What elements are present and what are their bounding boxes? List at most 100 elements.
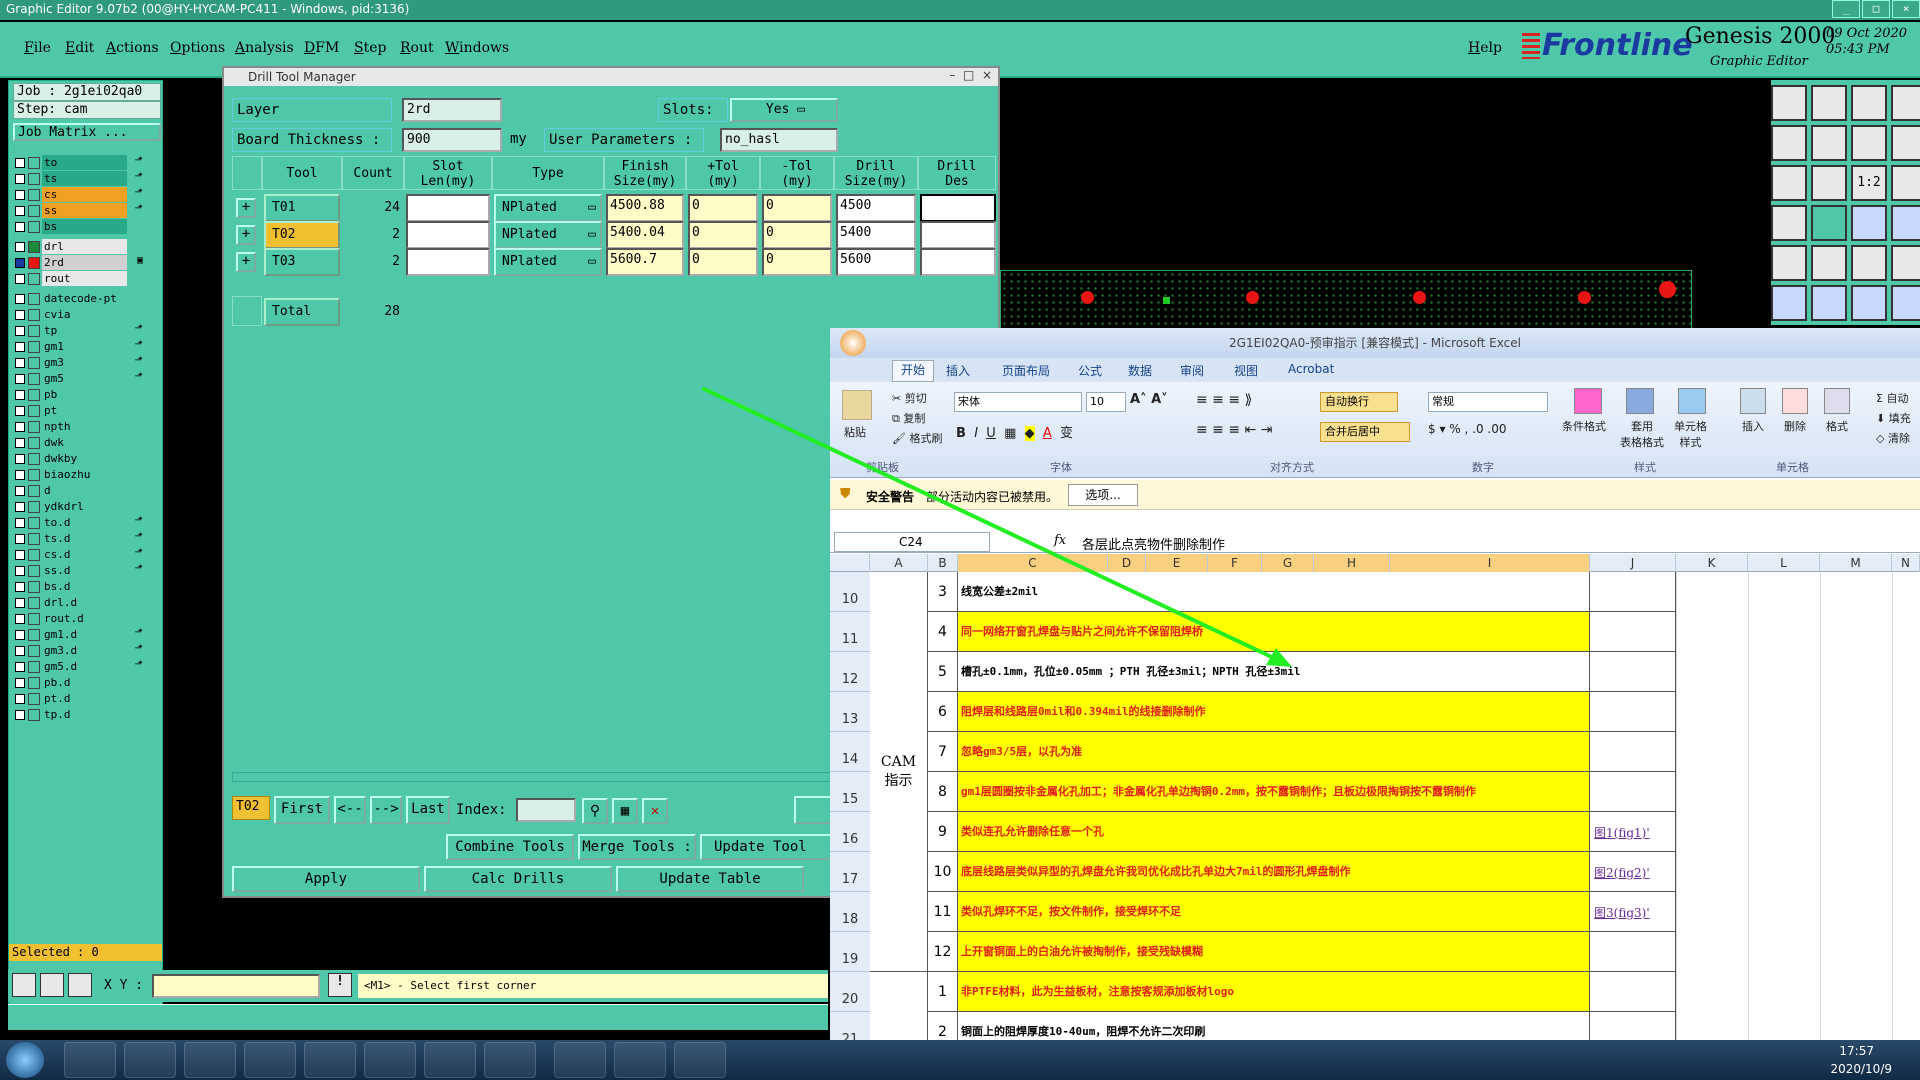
finish-size-input[interactable]: 5400.04 [606, 221, 684, 249]
layer-row[interactable]: ts.d ⬏ [15, 531, 145, 547]
home-icon[interactable] [1771, 85, 1807, 121]
menu-step[interactable]: Step [354, 40, 386, 56]
layer-checkbox[interactable] [15, 662, 25, 672]
update-table-button[interactable]: Update Table [616, 866, 804, 892]
layer-color-swatch[interactable] [28, 157, 40, 169]
figure-link[interactable]: 图2(fig2)' [1594, 864, 1650, 881]
layer-row[interactable]: pb.d [15, 675, 145, 691]
ribbon-tab[interactable]: 审阅 [1180, 362, 1204, 379]
column-header[interactable]: I [1390, 554, 1590, 572]
layer-name[interactable]: tp [42, 323, 127, 338]
close-button[interactable]: × [1892, 0, 1920, 18]
net2-icon[interactable] [1891, 205, 1920, 241]
wrap-text-button[interactable]: 自动换行 [1320, 392, 1398, 412]
layer-row[interactable]: cs ⬏ [15, 187, 145, 203]
layer-name[interactable]: npth [42, 419, 127, 434]
layer-name[interactable]: gm5 [42, 371, 127, 386]
layer-name[interactable]: gm3 [42, 355, 127, 370]
layer-checkbox[interactable] [15, 582, 25, 592]
shape-icon[interactable] [1811, 245, 1847, 281]
layer-row[interactable]: bs [15, 219, 145, 235]
layer-name[interactable]: cs [42, 187, 127, 202]
layer-checkbox[interactable] [15, 294, 25, 304]
slot-len-input[interactable] [406, 248, 490, 276]
left-icon[interactable] [1771, 125, 1807, 161]
apply-button[interactable]: Apply [232, 866, 420, 892]
figure-link[interactable]: 图1(fig1)' [1594, 824, 1650, 841]
expand-tool-icon[interactable]: + [236, 198, 256, 218]
drill-size-input[interactable]: 5400 [836, 221, 916, 249]
column-header[interactable]: N [1892, 554, 1920, 572]
column-header[interactable]: L [1748, 554, 1820, 572]
column-header[interactable]: C [958, 554, 1108, 572]
layer-color-swatch[interactable] [28, 341, 40, 353]
ribbon-tab[interactable]: 视图 [1234, 362, 1258, 379]
layer-color-swatch[interactable] [28, 485, 40, 497]
type-dropdown[interactable]: NPlated ▭ [494, 221, 602, 249]
worksheet-grid[interactable]: 10 3 线宽公差±2mil 11 4 同一网络开窗孔焊盘与贴片之间允许不保留阻焊桥 12 5… [830, 572, 1920, 1052]
layer-color-swatch[interactable] [28, 221, 40, 233]
edit-tool-icon[interactable] [40, 973, 64, 997]
layer-name[interactable]: rout.d [42, 611, 127, 626]
layer-row[interactable]: pt [15, 403, 145, 419]
layer-checkbox[interactable] [15, 486, 25, 496]
figure-cell[interactable] [1590, 572, 1676, 612]
row-header[interactable]: 20 [830, 972, 870, 1012]
taskbar-feather-icon[interactable] [554, 1042, 606, 1078]
align-left-icon[interactable]: ≡ ≡ ≡ ⇤ ⇥ [1196, 422, 1272, 438]
conditional-format-icon[interactable] [1574, 388, 1602, 414]
plus-tol-input[interactable]: 0 [688, 221, 758, 249]
type-dropdown[interactable]: NPlated ▭ [494, 248, 602, 276]
taskbar-app-green-icon[interactable] [244, 1042, 296, 1078]
column-header[interactable]: F [1208, 554, 1262, 572]
minus-tol-input[interactable]: 0 [762, 248, 832, 276]
house-icon[interactable] [1851, 85, 1887, 121]
layer-name[interactable]: pt.d [42, 691, 127, 706]
taskbar-eye-icon[interactable] [364, 1042, 416, 1078]
layer-row[interactable]: rout.d [15, 611, 145, 627]
column-header[interactable]: K [1676, 554, 1748, 572]
layer-name[interactable]: cvia [42, 307, 127, 322]
format-as-table-button[interactable]: 套用 表格格式 [1620, 418, 1664, 450]
layer-row[interactable]: ydkdrl [15, 499, 145, 515]
layer-row[interactable]: ts ⬏ [15, 171, 145, 187]
tool-cell[interactable]: T01 [264, 194, 340, 222]
layer-checkbox[interactable] [15, 598, 25, 608]
finish-size-input[interactable]: 4500.88 [606, 194, 684, 222]
measure-icon[interactable] [1891, 165, 1920, 201]
row-header[interactable]: 14 [830, 732, 870, 772]
layer-name[interactable]: gm3.d [42, 643, 127, 658]
instruction-cell[interactable]: gm1层圆圈按非金属化孔加工；非金属化孔单边掏铜0.2mm，按不露铜制作；且板边… [958, 772, 1590, 812]
layer-row[interactable]: rout [15, 271, 145, 287]
expand-tool-icon[interactable]: + [236, 225, 256, 245]
prev-button[interactable]: <-- [334, 796, 366, 824]
layer-name[interactable]: drl.d [42, 595, 127, 610]
figure-cell[interactable] [1590, 652, 1676, 692]
taskbar-notepad-icon[interactable] [304, 1042, 356, 1078]
taskbar-save-icon[interactable] [124, 1042, 176, 1078]
instruction-cell[interactable]: 底层线路层类似异型的孔焊盘允许我司优化成比孔单边大7mil的圆形孔焊盘制作 [958, 852, 1590, 892]
layer-row[interactable]: tp ⬏ [15, 323, 145, 339]
layer-checkbox[interactable] [15, 222, 25, 232]
layer-color-swatch[interactable] [28, 389, 40, 401]
menu-windows[interactable]: Windows [445, 40, 509, 56]
security-options-button[interactable]: 选项... [1068, 484, 1138, 506]
menu-dfm[interactable]: DFM [304, 40, 339, 56]
layer-checkbox[interactable] [15, 566, 25, 576]
column-header[interactable]: A [870, 554, 928, 572]
layer-name[interactable]: gm1 [42, 339, 127, 354]
menu-options[interactable]: Options [170, 40, 225, 56]
layer-row[interactable]: datecode-pt [15, 291, 145, 307]
layer-checkbox[interactable] [15, 174, 25, 184]
layer-name[interactable]: datecode-pt [42, 291, 127, 306]
next-button[interactable]: --> [370, 796, 402, 824]
insert-cells-button[interactable]: 插入 [1742, 418, 1764, 434]
row-header[interactable]: 17 [830, 852, 870, 892]
figure-cell[interactable] [1590, 772, 1676, 812]
link-icon[interactable] [1851, 285, 1887, 321]
type-dropdown[interactable]: NPlated ▭ [494, 194, 602, 222]
layer-color-swatch[interactable] [28, 693, 40, 705]
format-cells-button[interactable]: 格式 [1826, 418, 1848, 434]
column-header[interactable]: D [1108, 554, 1146, 572]
delete-icon[interactable]: ✕ [642, 798, 668, 824]
